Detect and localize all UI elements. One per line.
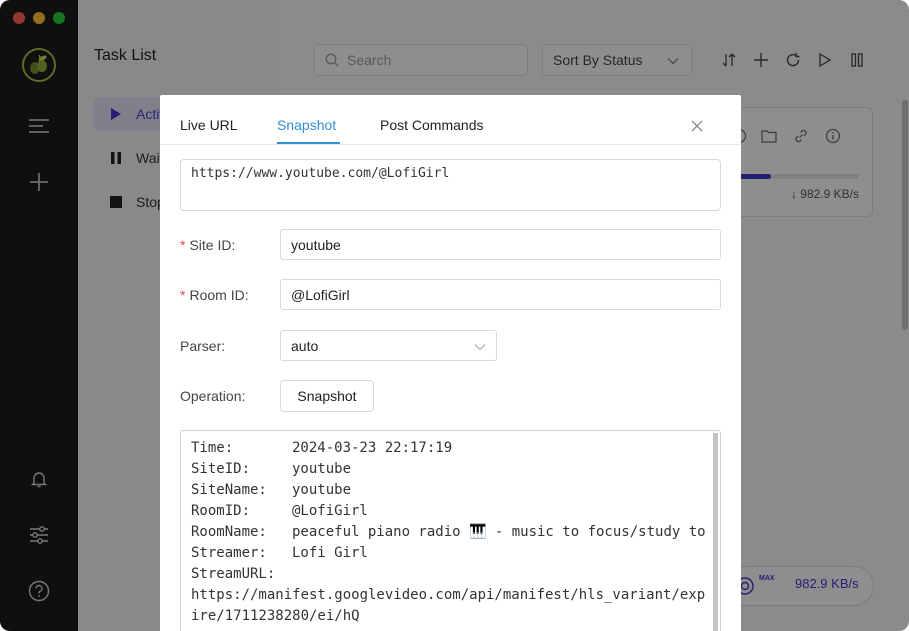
output-row: RoomID: @LofiGirl — [191, 503, 368, 519]
site-id-label: * Site ID: — [180, 237, 236, 253]
tab-post-commands[interactable]: Post Commands — [380, 117, 483, 133]
parser-select[interactable]: auto — [280, 330, 497, 361]
operation-row: Operation: Snapshot — [180, 380, 721, 412]
app-window: Task List Active Waiting Stopped Searc — [0, 0, 909, 631]
tab-snapshot[interactable]: Snapshot — [277, 117, 336, 133]
room-id-input[interactable]: @LofiGirl — [280, 279, 721, 310]
room-id-row: * Room ID: @LofiGirl — [180, 279, 721, 311]
tab-live-url[interactable]: Live URL — [180, 117, 238, 133]
output-row: StreamURL: — [191, 566, 276, 582]
room-id-label: * Room ID: — [180, 287, 249, 303]
parser-label: Parser: — [180, 338, 226, 354]
parser-row: Parser: auto — [180, 330, 721, 362]
operation-label: Operation: — [180, 388, 246, 404]
active-tab-indicator — [277, 142, 340, 144]
close-icon[interactable] — [690, 119, 704, 133]
parser-value: auto — [291, 337, 319, 354]
snapshot-button[interactable]: Snapshot — [280, 380, 374, 412]
site-id-input[interactable]: youtube — [280, 229, 721, 260]
output-row: SiteName: youtube — [191, 482, 352, 498]
output-scrollbar[interactable] — [713, 433, 718, 631]
output-row: Time: 2024-03-23 22:17:19 — [191, 440, 453, 456]
live-url-textarea[interactable]: https://www.youtube.com/@LofiGirl — [180, 159, 721, 211]
output-row: Streamer: Lofi Girl — [191, 545, 368, 561]
output-row: SiteID: youtube — [191, 461, 352, 477]
dialog-tabs: Live URL Snapshot Post Commands — [160, 95, 741, 145]
output-row: RoomName: peaceful piano radio 🎹 - music … — [191, 524, 706, 540]
snapshot-output[interactable]: Time: 2024-03-23 22:17:19 SiteID: youtube … — [180, 430, 721, 631]
add-task-dialog: Live URL Snapshot Post Commands https://… — [160, 95, 741, 631]
chevron-down-icon — [474, 338, 486, 354]
output-stream-url: https://manifest.googlevideo.com/api/man… — [191, 587, 706, 624]
site-id-row: * Site ID: youtube — [180, 229, 721, 261]
